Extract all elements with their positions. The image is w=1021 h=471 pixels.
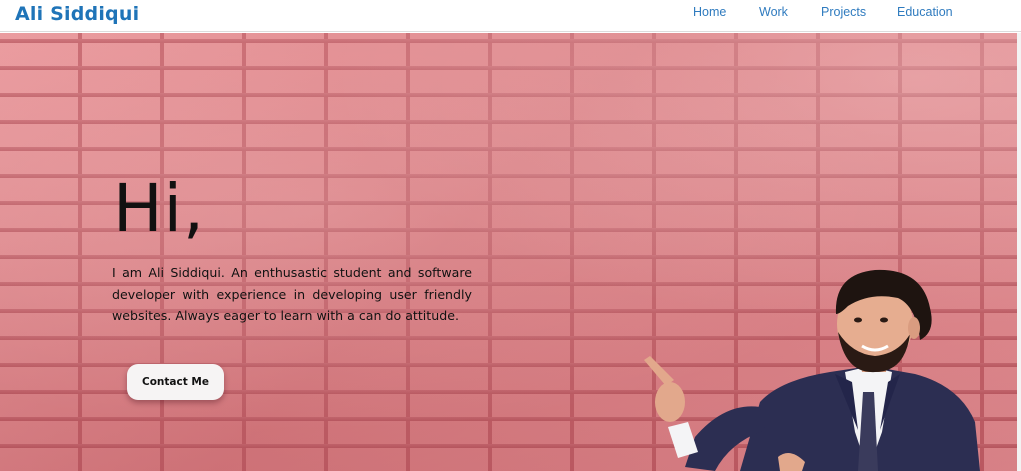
navbar: Ali Siddiqui Home Work Projects Educatio…: [0, 0, 1021, 32]
nav-link-education[interactable]: Education: [897, 5, 953, 19]
hero-heading: Hi,: [113, 170, 205, 247]
nav-link-home[interactable]: Home: [693, 5, 726, 19]
hero-intro-text: I am Ali Siddiqui. An enthusastic studen…: [112, 265, 472, 323]
brand-logo[interactable]: Ali Siddiqui: [15, 3, 139, 25]
person-pointing-illustration: [644, 269, 980, 471]
portrait-image: [630, 262, 990, 471]
page-edge: [1017, 33, 1021, 471]
nav-link-projects[interactable]: Projects: [821, 5, 866, 19]
contact-me-button[interactable]: Contact Me: [127, 364, 224, 400]
nav-link-work[interactable]: Work: [759, 5, 788, 19]
